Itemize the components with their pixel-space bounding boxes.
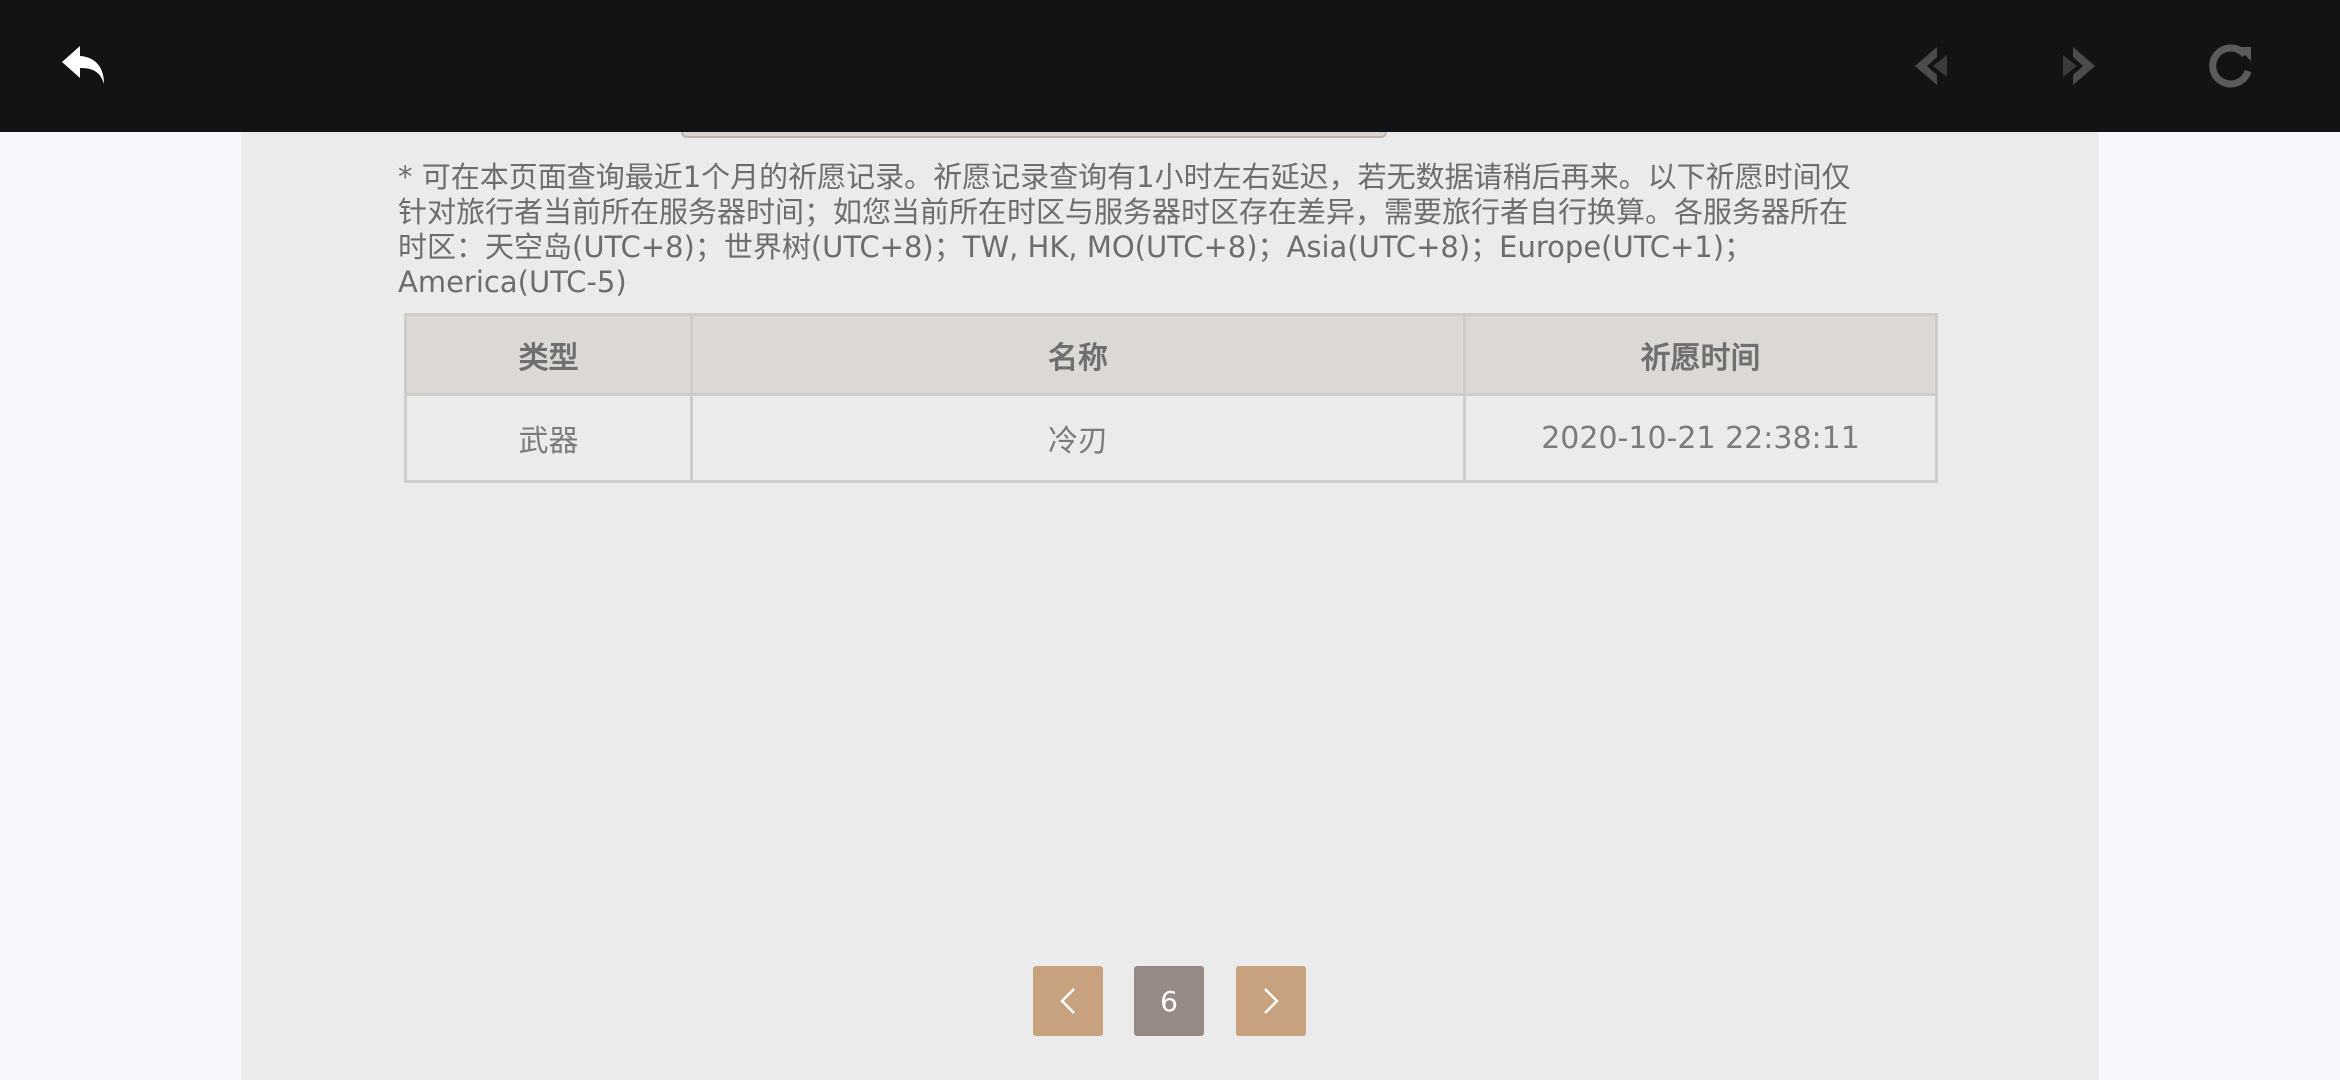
chevron-right-icon — [1264, 988, 1279, 1014]
wish-records-table: 类型 名称 祈愿时间 武器 冷刃 2020-10-21 22:38:11 — [404, 313, 1938, 483]
next-page-icon[interactable] — [2046, 32, 2114, 100]
previous-page-button[interactable] — [1033, 966, 1103, 1036]
table-header-row: 类型 名称 祈愿时间 — [404, 313, 1938, 396]
column-header-name: 名称 — [690, 313, 1466, 396]
column-header-type: 类型 — [404, 313, 693, 396]
back-arrow-icon[interactable] — [50, 32, 118, 100]
cell-type: 武器 — [404, 393, 693, 483]
cell-name: 冷刃 — [690, 393, 1466, 483]
wish-history-panel: * 可在本页面查询最近1个月的祈愿记录。祈愿记录查询有1小时左右延迟，若无数据请… — [241, 132, 2099, 1080]
chevron-left-icon — [1060, 988, 1075, 1014]
cell-wish-time: 2020-10-21 22:38:11 — [1463, 393, 1938, 483]
current-page-indicator: 6 — [1134, 966, 1204, 1036]
table-row: 武器 冷刃 2020-10-21 22:38:11 — [404, 393, 1938, 483]
previous-page-icon[interactable] — [1896, 32, 1964, 100]
next-page-button[interactable] — [1236, 966, 1306, 1036]
reload-icon[interactable] — [2196, 32, 2264, 100]
wish-history-notice: * 可在本页面查询最近1个月的祈愿记录。祈愿记录查询有1小时左右延迟，若无数据请… — [398, 160, 1851, 299]
browser-toolbar — [0, 0, 2340, 132]
tab-strip-edge — [681, 132, 1387, 138]
column-header-wish-time: 祈愿时间 — [1463, 313, 1938, 396]
